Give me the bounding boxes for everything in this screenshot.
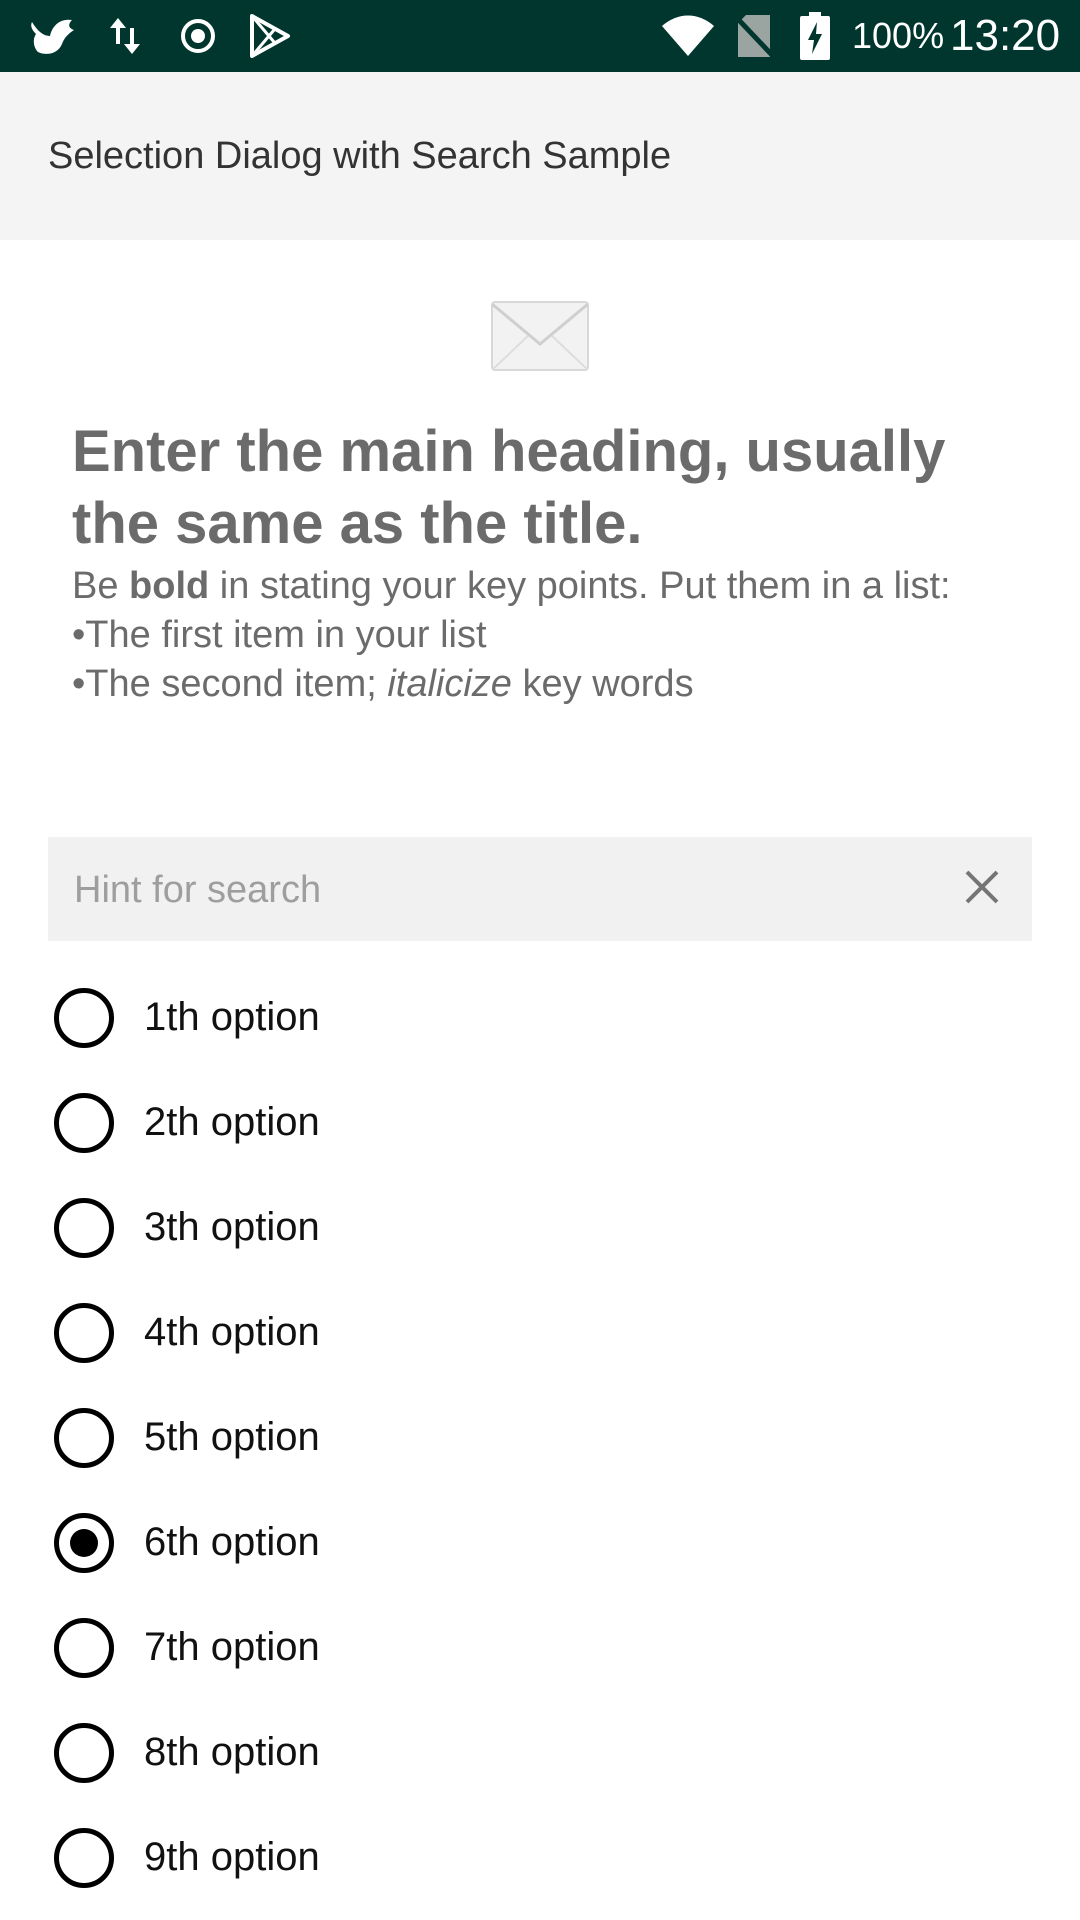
close-icon xyxy=(964,869,1000,910)
radio-button[interactable] xyxy=(54,1617,114,1678)
option-row[interactable]: 4th option xyxy=(0,1280,1080,1385)
option-row[interactable]: 9th option xyxy=(0,1805,1080,1910)
radio-button[interactable] xyxy=(54,1512,114,1573)
battery-charging-icon xyxy=(800,12,830,60)
radio-button[interactable] xyxy=(54,1092,114,1153)
radio-button[interactable] xyxy=(54,1407,114,1468)
data-transfer-icon xyxy=(108,12,142,60)
list-item-suffix: key words xyxy=(511,663,694,705)
radio-button[interactable] xyxy=(54,987,114,1048)
intro-suffix: in stating your key points. Put them in … xyxy=(209,565,951,607)
status-bar: 100% 13:20 xyxy=(0,0,1080,72)
option-label: 1th option xyxy=(144,995,320,1039)
option-row[interactable]: 3th option xyxy=(0,1175,1080,1280)
bold-word: bold xyxy=(129,565,210,607)
intro-paragraph: Be bold in stating your key points. Put … xyxy=(72,562,992,611)
option-row[interactable]: 8th option xyxy=(0,1700,1080,1805)
list-item-prefix: •The second item; xyxy=(72,663,388,705)
play-store-icon xyxy=(248,12,292,60)
radio-button[interactable] xyxy=(54,1827,114,1888)
clock: 13:20 xyxy=(950,11,1061,60)
option-label: 9th option xyxy=(144,1835,320,1879)
option-row[interactable]: 5th option xyxy=(0,1385,1080,1490)
no-sim-icon xyxy=(734,12,774,60)
search-box xyxy=(48,837,1032,943)
sync-icon xyxy=(178,12,218,60)
wifi-icon xyxy=(660,12,716,60)
main-heading: Enter the main heading, usually the same… xyxy=(72,419,946,556)
option-row[interactable]: 7th option xyxy=(0,1595,1080,1700)
option-label: 7th option xyxy=(144,1625,320,1669)
option-label: 3th option xyxy=(144,1205,320,1249)
clear-search-button[interactable] xyxy=(952,859,1012,919)
radio-button[interactable] xyxy=(54,1722,114,1783)
option-label: 4th option xyxy=(144,1310,320,1354)
options-list: 1th option 2th option 3th option 4th option… xyxy=(0,965,1080,1910)
bird-app-icon xyxy=(28,12,80,60)
battery-percent: 100% xyxy=(852,15,945,56)
option-label: 2th option xyxy=(144,1100,320,1144)
option-row[interactable]: 2th option xyxy=(0,1070,1080,1175)
intro-prefix: Be xyxy=(72,565,130,607)
option-row[interactable]: 1th option xyxy=(0,965,1080,1070)
search-input[interactable] xyxy=(72,837,956,943)
app-title: Selection Dialog with Search Sample xyxy=(48,134,672,177)
radio-button[interactable] xyxy=(54,1302,114,1363)
app-bar: Selection Dialog with Search Sample xyxy=(0,72,1080,240)
italic-word: italicize xyxy=(387,663,512,705)
option-row[interactable]: 6th option xyxy=(0,1490,1080,1595)
list-item: •The second item; italicize key words xyxy=(72,660,992,709)
option-label: 5th option xyxy=(144,1415,320,1459)
radio-button[interactable] xyxy=(54,1197,114,1258)
option-label: 8th option xyxy=(144,1730,320,1774)
option-label: 6th option xyxy=(144,1520,320,1564)
body-text: Be bold in stating your key points. Put … xyxy=(72,562,992,709)
list-item: •The first item in your list xyxy=(72,614,487,656)
envelope-icon xyxy=(490,300,590,372)
